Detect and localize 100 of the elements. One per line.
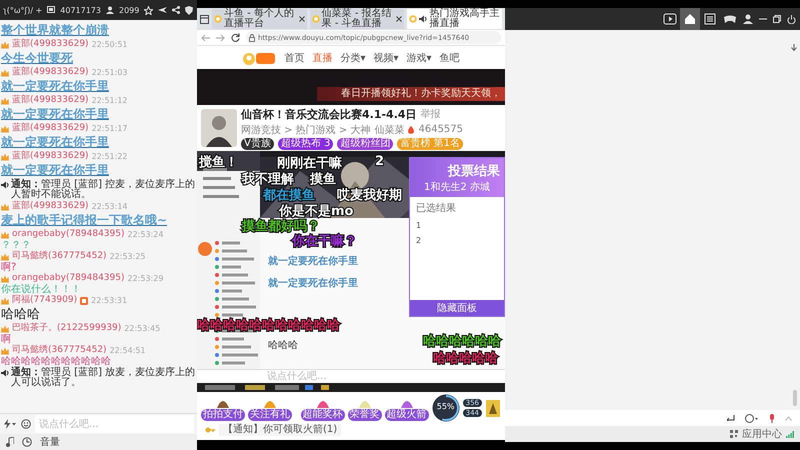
speaker-icon [1,369,9,377]
volume-label[interactable]: 音量 [40,435,60,449]
result-heading: 已选结果 [416,202,457,215]
user-name[interactable]: 蓝部(499833629) [12,39,89,50]
user-name[interactable]: 蓝部(499833629) [12,123,89,134]
message-time: 22:54:51 [110,345,146,356]
notice-text: 通知：管理员 [蓝部] 控麦，麦位麦序上的人暂时不能说话。 [11,180,196,200]
trophy-icon[interactable] [485,398,501,418]
speaker-icon[interactable] [419,15,428,23]
message-time: 22:53:25 [110,251,146,262]
gift-label[interactable]: 超能奖杯 [300,408,345,420]
message-text: 哈哈哈哈哈哈哈哈哈哈哈 [1,356,112,367]
streamer-name[interactable]: 仙菜菜 [374,122,404,136]
message-time: 22:50:51 [92,39,128,50]
lightning-dropdown-icon[interactable] [3,419,17,429]
close-icon[interactable] [396,16,402,22]
restore-icon[interactable] [773,15,781,23]
user-name[interactable]: 蓝部(499833629) [12,67,89,78]
monitor-icon [47,6,56,14]
danmaku-text: 你是不是mo [279,203,354,219]
message-time: 22:51:12 [92,95,128,106]
scrollbar-thumb-icon[interactable] [793,390,797,406]
clock-icon[interactable] [22,437,32,447]
message-time: 22:53:29 [128,273,164,284]
browser-tab[interactable]: 仙菜菜 - 报名结果 - 斗鱼直播 [310,9,404,29]
window-icon[interactable] [200,14,209,24]
message-text: ？？？ [1,240,31,251]
nav-link[interactable]: 游戏▾ [406,50,432,64]
nav-link[interactable]: 鱼吧 [440,50,460,64]
notice-text: 通知：管理员 [蓝部] 放麦，麦位麦序上的人可以说话了。 [11,368,196,388]
fish-favicon-icon [214,15,222,23]
user-name[interactable]: 巴啦茶子。(2122599939) [12,323,122,334]
signal-icon [786,430,794,438]
option-label: 2 [416,236,422,245]
microphone-icon[interactable] [769,414,775,422]
chat-message: 哈哈哈 [268,339,298,352]
badge-pill[interactable]: V贵族 [241,138,274,150]
shield-icon[interactable] [185,6,194,14]
input-field[interactable]: 说点什么吧... [197,369,505,383]
gift-label[interactable]: 荣誉奖 [348,408,382,420]
message-text: 今生今世要死 [1,50,74,66]
reload-icon[interactable] [231,33,240,42]
message-time: 22:51:22 [92,151,128,162]
promo-banner[interactable]: 春日开播领好礼！办卡奖励天天领， [317,87,505,101]
user-name[interactable]: 蓝部(499833629) [12,151,89,162]
panel-subtitle: 1和先生2 亦城 [423,180,491,194]
close-icon[interactable] [298,16,305,22]
music-note-icon[interactable] [6,437,14,447]
qr-code-icon[interactable] [730,430,738,438]
avatar-icon[interactable] [201,109,237,147]
gift-label[interactable]: 关注有礼 [248,408,292,420]
danmaku-text: 哎麦我好期 [337,187,402,204]
message-text: 就一定要死在你手里 [1,134,110,150]
stream-title: 仙音杯！音乐交流会比赛4.1-4.4日 [241,106,417,122]
message-text: 就一定要死在你手里 [1,106,110,122]
user-name[interactable]: 阿福(7743909) [12,295,78,306]
danmaku-text: 哈哈哈哈哈 [433,350,498,367]
report-link[interactable]: 举报 [420,107,441,121]
message-text: 就一定要死在你手里 [1,162,110,178]
download-arrow-icon[interactable] [791,44,797,51]
share-icon[interactable] [172,6,180,14]
fish-favicon-icon [409,15,418,23]
user-icon[interactable] [743,14,753,24]
badge-pill[interactable]: 超级粉丝团 [337,138,394,150]
progress-percent: 55% [436,402,456,411]
user-name[interactable]: 司马懿绣(367775452) [12,345,107,356]
option-label: 1 [416,221,422,230]
key-icon [205,426,215,434]
danmaku-text: 都在摸鱼 [263,187,315,204]
chat-dropdown-icon[interactable] [745,414,759,422]
message-time: 22:51:17 [92,123,128,134]
gift-label[interactable]: 拍拍支付 [201,408,245,420]
app-center-link[interactable]: 应用中心 [742,427,782,441]
message-text: 啊? [1,262,18,273]
message-time: 22:51:03 [92,67,128,78]
home-icon[interactable] [680,8,700,30]
star-icon[interactable] [144,6,154,14]
hide-panel-button[interactable]: 隐藏面板 [410,300,504,316]
badge-pill[interactable]: 超级热布 3 [278,138,334,150]
flame-icon [408,126,414,134]
nav-link[interactable]: 分类▾ [340,50,366,64]
nav-link[interactable]: 首页 [284,50,304,64]
chat-message: 就一定要死在你手里 [268,254,358,268]
message-text: 你在说什么！！！ [1,284,82,295]
input-field[interactable]: 说点什么吧... [35,415,194,433]
user-name[interactable]: 蓝部(499833629) [12,201,89,212]
user-name[interactable]: orangebaby(789484395) [12,273,124,284]
nav-link[interactable]: 直播 [312,50,332,64]
category-path[interactable]: 网游竞技 > 热门游戏 > 大神 [241,122,370,136]
power-icon[interactable] [787,14,796,24]
smiley-icon[interactable] [21,419,31,429]
room-id: 40717173 [60,6,101,14]
user-name[interactable]: orangebaby(789484395) [12,229,124,240]
nav-link[interactable]: 视频▾ [373,50,399,64]
browser-tab[interactable]: 斗鱼 - 每个人的直播平台 [212,9,307,29]
user-name[interactable]: 蓝部(499833629) [12,95,89,106]
gift-label[interactable]: 超级火箭 [384,408,429,420]
user-name[interactable]: 司马懿绣(367775452) [12,251,107,262]
crown-icon [1,296,9,304]
enter-icon[interactable] [727,415,735,421]
